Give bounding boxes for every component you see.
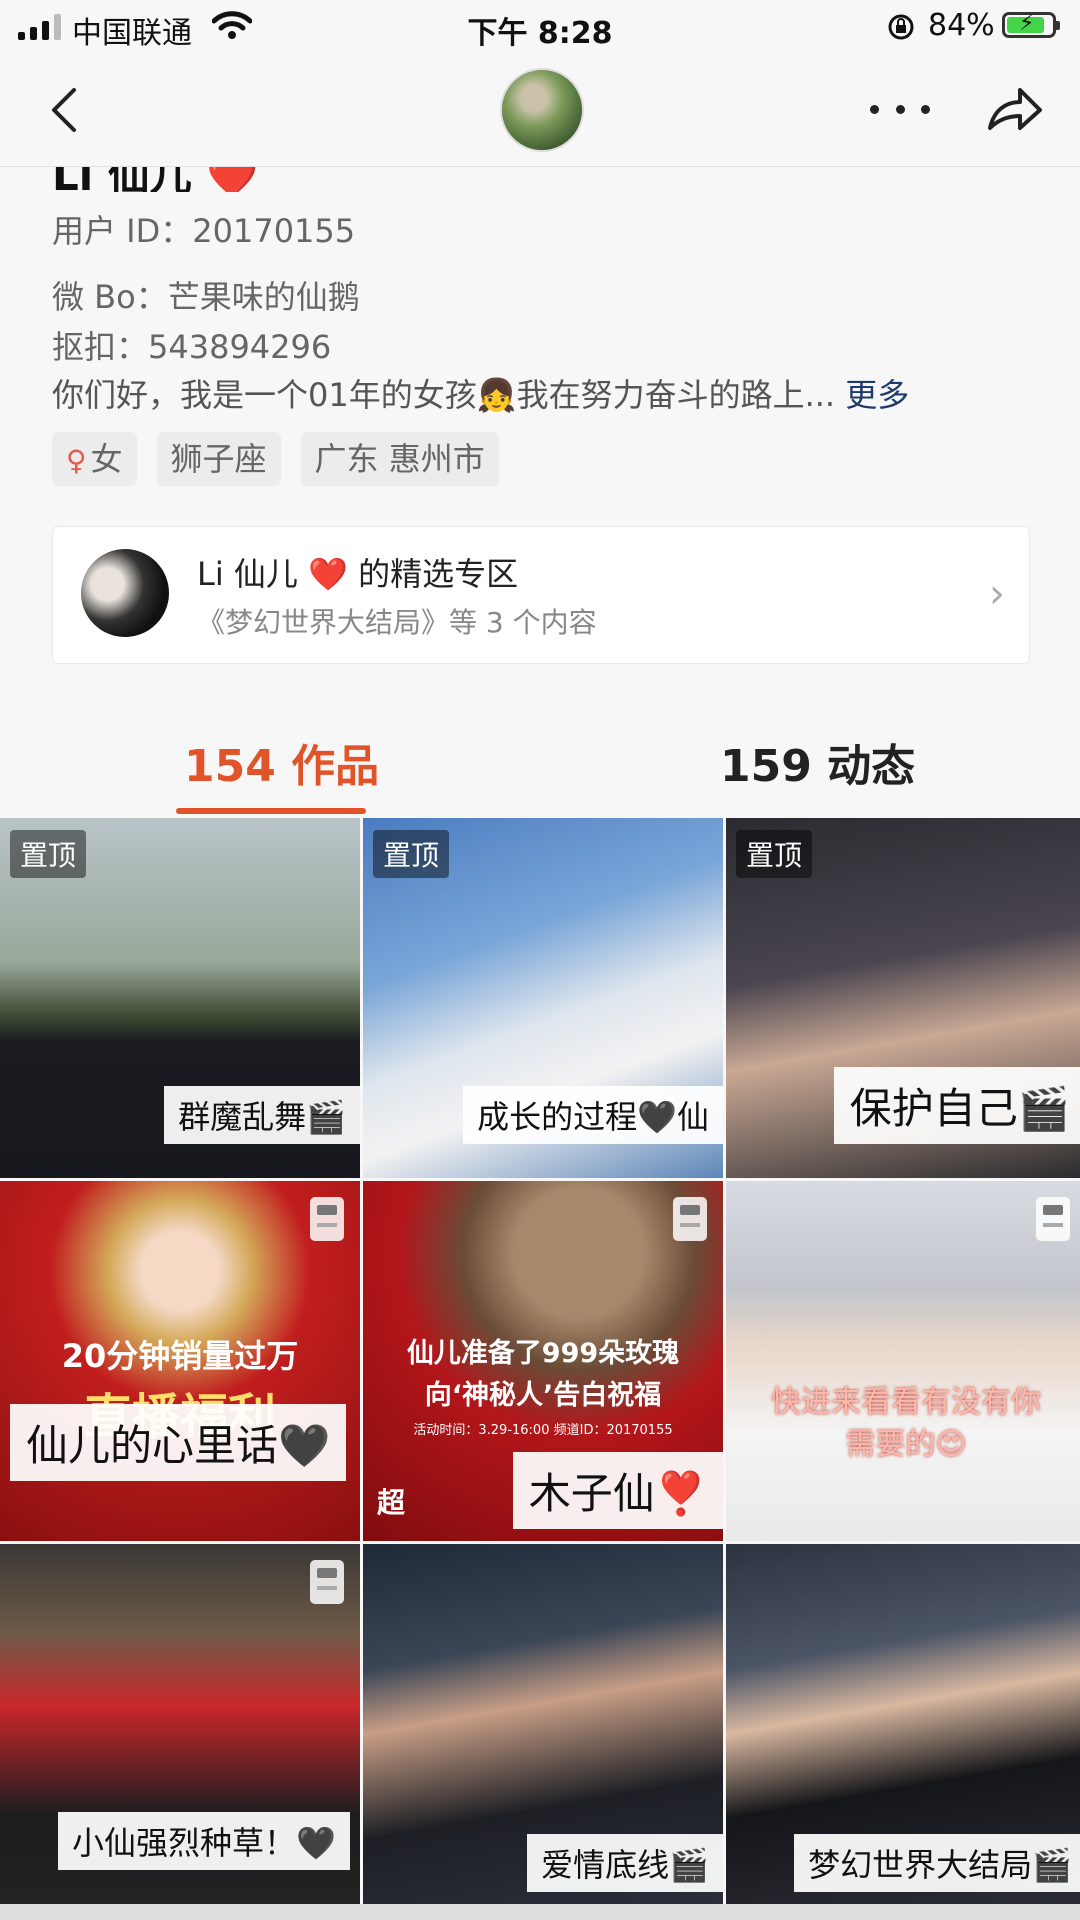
user-id: 用户 ID：20170155 — [52, 212, 356, 250]
weibo-info: 微 Bo：芒果味的仙鹅 — [52, 278, 360, 316]
video-thumbnail[interactable]: 20分钟销量过万 直播福利 仙儿的心里话🖤 — [0, 1181, 360, 1541]
profile-tags: ♀ 女 狮子座 广东 惠州市 — [52, 432, 499, 486]
video-caption: 成长的过程🖤仙 — [463, 1086, 723, 1144]
photo-card-icon — [1036, 1197, 1070, 1241]
video-thumbnail[interactable]: 快进来看看有没有你 需要的😍 — [726, 1181, 1080, 1541]
pinned-badge: 置顶 — [736, 830, 813, 878]
back-icon[interactable] — [44, 82, 94, 138]
collection-title: Li 仙儿 ❤️ 的精选专区 — [197, 555, 519, 593]
status-bar: 中国联通 下午 8:28 84% ⚡ — [0, 0, 1080, 54]
gender-tag: ♀ 女 — [52, 432, 137, 486]
collection-thumbnail — [81, 549, 169, 637]
more-icon[interactable] — [870, 94, 930, 124]
bio: 你们好，我是一个01年的女孩👧我在努力奋斗的路上... 更多 — [52, 370, 909, 416]
location-tag: 广东 惠州市 — [300, 432, 499, 486]
video-caption: 小仙强烈种草！🖤 — [58, 1812, 350, 1870]
video-caption: 木子仙❣️ — [512, 1452, 723, 1529]
battery-charging-icon: ⚡ — [1002, 11, 1060, 38]
promo-text: 向‘神秘人’告白祝福 — [424, 1380, 662, 1411]
promo-text: 超 — [377, 1486, 406, 1519]
photo-card-icon — [310, 1197, 344, 1241]
share-icon[interactable] — [984, 82, 1044, 138]
photo-card-icon — [673, 1197, 707, 1241]
video-thumbnail[interactable]: 梦幻世界大结局🎬 — [726, 1544, 1080, 1904]
video-thumbnail[interactable]: 置顶 群魔乱舞🎬 — [0, 818, 360, 1178]
qq-info: 抠扣：543894296 — [52, 328, 332, 366]
chevron-right-icon: › — [989, 571, 1005, 617]
video-thumbnail[interactable]: 置顶 保护自己🎬 — [726, 818, 1080, 1178]
pinned-badge: 置顶 — [10, 830, 87, 878]
featured-collection-card[interactable]: Li 仙儿 ❤️ 的精选专区 《梦幻世界大结局》等 3 个内容 › — [52, 526, 1030, 664]
photo-card-icon — [310, 1560, 344, 1604]
tab-feed[interactable]: 159 动态 — [720, 730, 915, 794]
video-thumbnail[interactable]: 仙儿准备了999朵玫瑰 向‘神秘人’告白祝福 活动时间：3.29-16:00 频… — [363, 1181, 723, 1541]
pinned-badge: 置顶 — [373, 830, 450, 878]
status-time: 下午 8:28 — [467, 16, 613, 51]
collection-subtitle: 《梦幻世界大结局》等 3 个内容 — [197, 606, 597, 639]
video-caption: 梦幻世界大结局🎬 — [794, 1834, 1080, 1892]
video-thumbnail[interactable]: 小仙强烈种草！🖤 — [0, 1544, 360, 1904]
video-caption: 保护自己🎬 — [833, 1067, 1080, 1144]
overlay-text: 快进来看看有没有你 — [771, 1385, 1041, 1420]
tab-works[interactable]: 154 作品 — [184, 730, 379, 794]
bio-text: 你们好，我是一个01年的女孩👧我在努力奋斗的路上... — [52, 376, 836, 414]
profile-tabs: 154 作品 159 动态 — [0, 700, 1080, 820]
promo-text: 仙儿准备了999朵玫瑰 — [406, 1338, 680, 1369]
avatar[interactable] — [500, 68, 584, 152]
bio-more-link[interactable]: 更多 — [845, 376, 909, 414]
zodiac-tag: 狮子座 — [156, 432, 281, 486]
video-thumbnail[interactable]: 爱情底线🎬 — [363, 1544, 723, 1904]
top-nav-bar — [0, 54, 1080, 167]
video-grid: 置顶 群魔乱舞🎬 置顶 成长的过程🖤仙 置顶 保护自己🎬 20分钟销量过万 直播… — [0, 818, 1080, 1904]
active-tab-indicator — [176, 808, 366, 814]
promo-text: 活动时间：3.29-16:00 频道ID：20170155 — [413, 1423, 673, 1438]
video-caption: 爱情底线🎬 — [527, 1834, 723, 1892]
female-icon: ♀ — [66, 444, 87, 477]
video-thumbnail[interactable]: 置顶 成长的过程🖤仙 — [363, 818, 723, 1178]
overlay-text: 需要的😍 — [845, 1427, 967, 1462]
next-row-preview — [0, 1904, 1080, 1920]
rotation-lock-icon — [886, 12, 916, 50]
video-caption: 仙儿的心里话🖤 — [10, 1404, 347, 1481]
video-caption: 群魔乱舞🎬 — [164, 1086, 360, 1144]
battery-percent: 84% — [928, 8, 995, 43]
promo-text: 20分钟销量过万 — [61, 1337, 299, 1375]
